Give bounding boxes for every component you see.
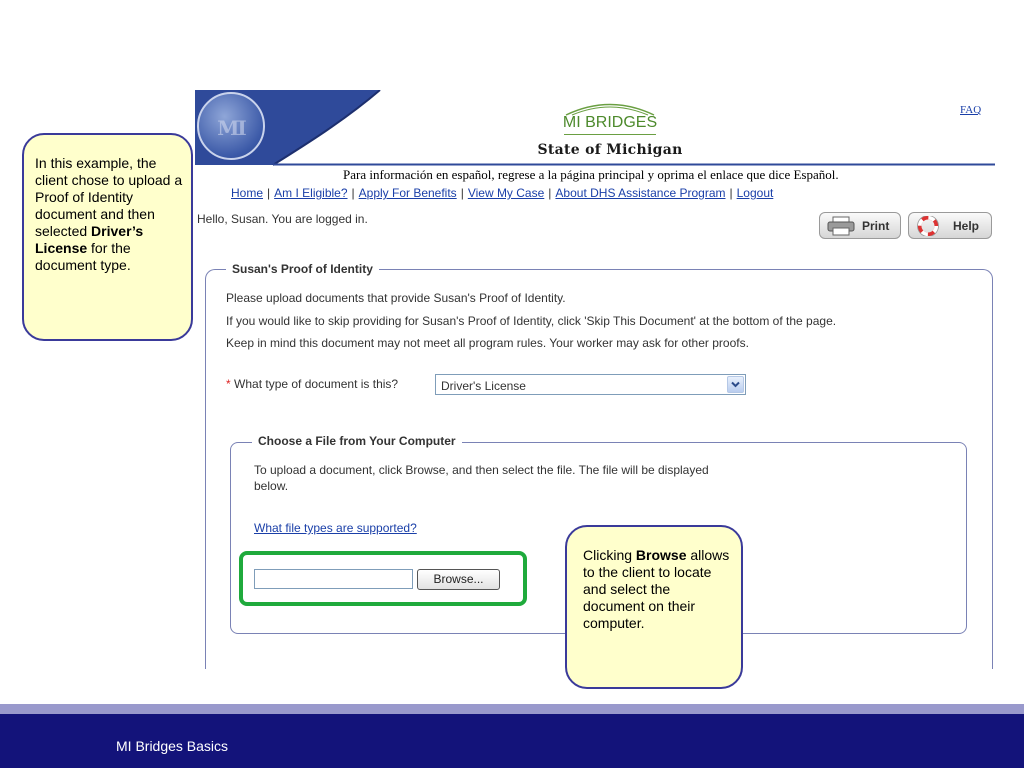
callout-browse: Clicking Browse allows to the client to …: [565, 525, 743, 689]
browse-button[interactable]: Browse...: [417, 569, 500, 590]
print-label: Print: [862, 219, 890, 233]
nav-logout[interactable]: Logout: [737, 186, 774, 200]
footer-title: MI Bridges Basics: [116, 738, 229, 754]
footer-stripe: [0, 704, 1024, 714]
nav-home[interactable]: Home: [231, 186, 263, 200]
chevron-down-icon: [731, 381, 740, 388]
nav-separator: |: [267, 186, 271, 200]
nav-separator: |: [548, 186, 552, 200]
nav-separator: |: [729, 186, 733, 200]
main-nav: Home | Am I Eligible? | Apply For Benefits | V…: [231, 186, 773, 200]
faq-link[interactable]: FAQ: [960, 104, 981, 116]
nav-view-my-case[interactable]: View My Case: [468, 186, 544, 200]
brand-subtitle: State of Michigan: [537, 142, 683, 158]
upload-instructions: To upload a document, click Browse, and …: [254, 463, 709, 493]
brand-underline: [564, 134, 656, 135]
proof-instruction-line-3: Keep in mind this document may not meet …: [226, 336, 749, 350]
callout-right-bold: Browse: [635, 547, 687, 563]
callout-right-text-1: Clicking: [583, 547, 636, 563]
required-marker: *: [226, 377, 231, 391]
lifebuoy-icon: [917, 216, 939, 236]
brand-name: MI BRIDGES: [562, 114, 658, 131]
doc-type-selected-value: Driver's License: [441, 379, 526, 393]
printer-icon: [827, 216, 855, 236]
mi-bridges-logo: MI BRIDGES: [540, 100, 680, 135]
doc-type-select[interactable]: Driver's License: [435, 374, 746, 395]
spanish-language-note: Para información en español, regrese a l…: [343, 167, 839, 182]
nav-separator: |: [460, 186, 464, 200]
file-path-input[interactable]: [254, 569, 413, 589]
proof-instruction-line-1: Please upload documents that provide Sus…: [226, 291, 566, 305]
print-button[interactable]: Print: [819, 212, 901, 239]
doc-type-label-text: What type of document is this?: [234, 377, 399, 391]
state-seal-logo: MI: [197, 92, 265, 160]
nav-am-i-eligible[interactable]: Am I Eligible?: [274, 186, 347, 200]
nav-about-dhs[interactable]: About DHS Assistance Program: [555, 186, 725, 200]
proof-of-identity-legend: Susan's Proof of Identity: [226, 262, 379, 276]
help-label: Help: [953, 219, 980, 233]
nav-apply-for-benefits[interactable]: Apply For Benefits: [359, 186, 457, 200]
select-arrow-button[interactable]: [727, 376, 744, 393]
nav-separator: |: [351, 186, 355, 200]
supported-file-types-link[interactable]: What file types are supported?: [254, 521, 417, 535]
seal-letters: MI: [217, 116, 247, 140]
doc-type-label: * What type of document is this?: [226, 377, 398, 391]
choose-file-legend: Choose a File from Your Computer: [252, 434, 462, 448]
greeting-text: Hello, Susan. You are logged in.: [197, 212, 368, 226]
proof-instruction-line-2: If you would like to skip providing for …: [226, 314, 837, 328]
help-button[interactable]: Help: [908, 212, 992, 239]
callout-document-type: In this example, the client chose to upl…: [22, 133, 193, 341]
